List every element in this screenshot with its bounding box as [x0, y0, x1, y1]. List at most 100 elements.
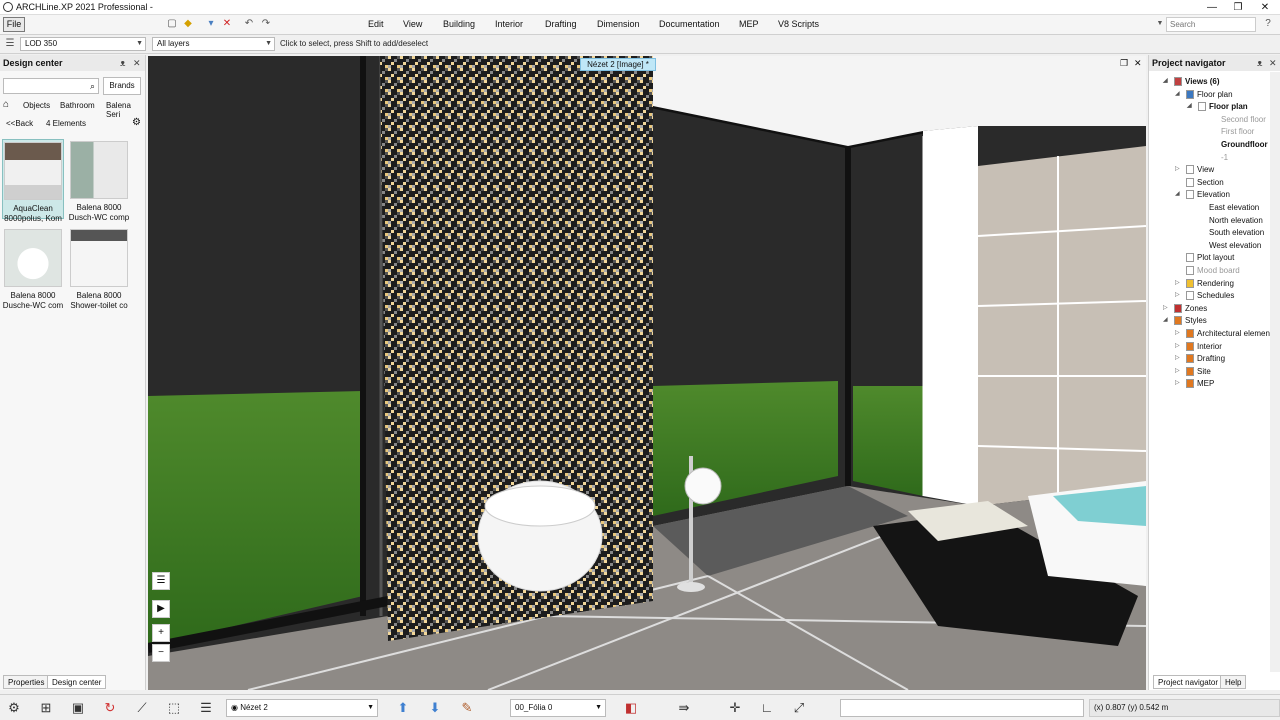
tree-item[interactable]: ◢ Floor plan	[1187, 102, 1248, 112]
design-center-search[interactable]: ⌕	[3, 78, 99, 94]
view-tab[interactable]: Nézet 2 [Image] *	[580, 58, 656, 71]
search-input[interactable]	[1166, 17, 1256, 32]
select-icon[interactable]: ⬚	[163, 698, 185, 718]
tree-item[interactable]: ▷ View	[1175, 165, 1214, 175]
eraser-icon[interactable]: ◧	[620, 698, 642, 718]
tree-item[interactable]: ▷ Interior	[1175, 341, 1222, 351]
menu-mep[interactable]: MEP	[739, 19, 759, 29]
restore-view-icon[interactable]: ❐	[1120, 58, 1128, 69]
close-icon[interactable]: ✕	[1269, 55, 1277, 71]
pin-icon[interactable]: ᴥ	[1257, 55, 1262, 71]
arrow-tool-icon[interactable]: ⇛	[673, 698, 695, 718]
menu-view[interactable]: View	[403, 19, 422, 29]
tree-item[interactable]: North elevation	[1209, 216, 1263, 225]
redo-icon[interactable]: ↷	[260, 18, 272, 30]
design-item[interactable]: Balena 8000 Shower-toilet co	[68, 227, 130, 310]
pin-icon[interactable]: ᴥ	[120, 55, 125, 71]
tree-item[interactable]: ▷ Schedules	[1175, 291, 1234, 301]
tree-item[interactable]: ◢ Floor plan	[1175, 89, 1233, 99]
breadcrumb-bathroom[interactable]: Bathroom	[60, 101, 95, 110]
tree-item[interactable]: East elevation	[1209, 203, 1259, 212]
tab-properties[interactable]: Properties	[3, 675, 50, 689]
file-menu-button[interactable]: File	[3, 17, 25, 32]
layers-dropdown[interactable]: All layers ▼	[152, 37, 275, 51]
zoom-in-icon[interactable]: +	[152, 624, 170, 642]
tab-design-center[interactable]: Design center	[47, 675, 107, 689]
collapse-icon[interactable]: ◢	[1175, 90, 1180, 97]
3d-viewport[interactable]: Nézet 2 [Image] * ❐ ✕ ☰ ▶ + −	[148, 56, 1146, 690]
collapse-icon[interactable]: ◢	[1163, 77, 1168, 84]
tree-item[interactable]: ▷ Architectural elements	[1175, 329, 1276, 338]
minimize-button[interactable]: —	[1199, 0, 1225, 15]
lod-dropdown[interactable]: LOD 350 ▼	[20, 37, 146, 51]
delete-icon[interactable]: ✕	[221, 18, 233, 30]
brands-button[interactable]: Brands	[103, 77, 141, 95]
menu-v8-scripts[interactable]: V8 Scripts	[778, 19, 819, 29]
tree-item[interactable]: Section	[1186, 177, 1224, 187]
slope-icon[interactable]: ⟋	[131, 698, 153, 718]
expand-icon[interactable]: ▷	[1175, 379, 1180, 386]
expand-icon[interactable]: ▷	[1175, 291, 1180, 298]
collapse-icon[interactable]: ◢	[1163, 316, 1168, 323]
tree-item[interactable]: ▷ Zones	[1163, 303, 1207, 313]
menu-edit[interactable]: Edit	[368, 19, 384, 29]
snap-icon[interactable]: ✛	[724, 698, 746, 718]
expand-icon[interactable]: ▷	[1175, 329, 1180, 336]
tree-item[interactable]: ▷ Site	[1175, 366, 1211, 376]
grid-icon[interactable]: ⊞	[35, 698, 57, 718]
open-folder-icon[interactable]: ◆	[182, 18, 194, 30]
view-dropdown[interactable]: ◉ Nézet 2 ▼	[226, 699, 378, 717]
menu-documentation[interactable]: Documentation	[659, 19, 720, 29]
gear-icon[interactable]: ⚙	[132, 117, 141, 128]
expand-icon[interactable]: ▷	[1163, 304, 1168, 311]
scrollbar[interactable]	[1270, 72, 1280, 672]
connect-icon[interactable]: ⤢	[788, 698, 810, 718]
settings-icon[interactable]: ⚙	[3, 698, 25, 718]
tree-item[interactable]: ◢ Views (6)	[1163, 77, 1220, 86]
measure-icon[interactable]: ∟	[756, 698, 778, 718]
design-item[interactable]: Balena 8000 Dusche-WC com	[2, 227, 64, 310]
expand-icon[interactable]: ▷	[1175, 367, 1180, 374]
design-item[interactable]: Balena 8000 Dusch-WC comp	[68, 139, 130, 222]
tree-item[interactable]: South elevation	[1209, 228, 1264, 237]
tree-item[interactable]: ◢ Elevation	[1175, 190, 1230, 200]
help-icon[interactable]: ?	[1262, 18, 1274, 30]
expand-icon[interactable]: ▷	[1175, 279, 1180, 286]
tab-help[interactable]: Help	[1220, 675, 1247, 689]
back-link[interactable]: <<Back	[6, 119, 33, 128]
tree-item[interactable]: ▷ Drafting	[1175, 354, 1225, 364]
menu-interior[interactable]: Interior	[495, 19, 523, 29]
close-window-button[interactable]: ✕	[1252, 0, 1278, 15]
expand-icon[interactable]: ▷	[1175, 354, 1180, 361]
tab-project-navigator[interactable]: Project navigator	[1153, 675, 1224, 689]
tree-item[interactable]: First floor	[1221, 127, 1254, 136]
tree-item[interactable]: -1	[1221, 153, 1228, 162]
tree-item[interactable]: West elevation	[1209, 241, 1261, 250]
rotate-icon[interactable]: ↻	[99, 698, 121, 718]
command-input[interactable]	[840, 699, 1084, 717]
close-icon[interactable]: ✕	[133, 55, 141, 71]
close-view-icon[interactable]: ✕	[1134, 58, 1142, 69]
menu-building[interactable]: Building	[443, 19, 475, 29]
design-item[interactable]: AquaClean 8000polus, Kom	[2, 139, 64, 223]
save-icon[interactable]: ▾	[205, 18, 217, 30]
tree-item[interactable]: Mood board	[1186, 266, 1240, 275]
expand-icon[interactable]: ▷	[1175, 342, 1180, 349]
tree-item[interactable]: ◢ Styles	[1163, 316, 1207, 326]
frame-icon[interactable]: ▣	[67, 698, 89, 718]
collapse-icon[interactable]: ◢	[1187, 102, 1192, 109]
menu-dimension[interactable]: Dimension	[597, 19, 640, 29]
new-file-icon[interactable]: ▢	[166, 18, 178, 30]
arrow-up-icon[interactable]: ⬆	[392, 698, 414, 718]
tree-item[interactable]: Plot layout	[1186, 253, 1234, 263]
list-icon[interactable]: ☰	[152, 572, 170, 590]
undo-icon[interactable]: ↶	[243, 18, 255, 30]
list-icon[interactable]: ☰	[195, 698, 217, 718]
menu-drafting[interactable]: Drafting	[545, 19, 577, 29]
paint-icon[interactable]: ✎	[456, 698, 478, 718]
tree-item[interactable]: Second floor	[1221, 115, 1266, 124]
tree-item[interactable]: ▷ MEP	[1175, 379, 1214, 389]
layer-dropdown[interactable]: 00_Fólia 0 ▼	[510, 699, 606, 717]
restore-button[interactable]: ❐	[1225, 0, 1251, 15]
search-dropdown-icon[interactable]: ▼	[1154, 18, 1166, 30]
